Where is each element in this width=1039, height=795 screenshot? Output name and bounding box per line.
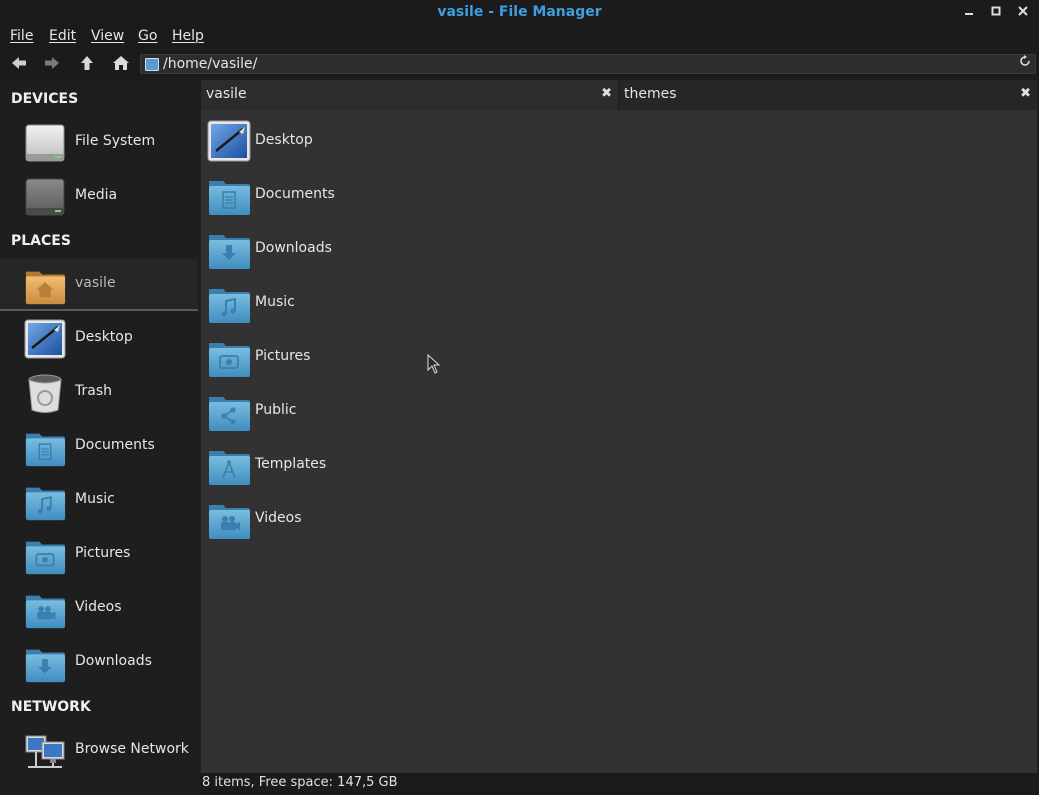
tab-close-icon[interactable]: ✖ — [601, 86, 612, 101]
reload-icon — [1020, 55, 1030, 66]
sidebar-item-videos[interactable]: Videos — [0, 583, 198, 635]
documents-folder-icon — [24, 426, 66, 468]
music-folder-icon — [207, 281, 251, 325]
drive-icon — [25, 124, 65, 162]
menu-edit[interactable]: Edit — [49, 28, 76, 44]
sidebar-item-media[interactable]: Media — [0, 171, 198, 223]
tab-vasile[interactable]: vasile ✖ — [201, 80, 618, 110]
downloads-folder-icon — [24, 642, 66, 684]
file-item-pictures[interactable]: Pictures — [206, 331, 506, 383]
file-item-label: Downloads — [255, 240, 332, 256]
window-title: vasile - File Manager — [437, 4, 602, 20]
minimize-icon — [965, 13, 973, 15]
file-item-music[interactable]: Music — [206, 277, 506, 329]
templates-folder-icon — [207, 443, 251, 487]
home-button[interactable] — [110, 52, 132, 74]
downloads-folder-icon — [207, 227, 251, 271]
file-item-templates[interactable]: Templates — [206, 439, 506, 491]
home-folder-icon — [25, 271, 66, 305]
close-button[interactable] — [1013, 3, 1033, 23]
music-folder-icon — [24, 480, 66, 522]
home-folder-icon — [145, 58, 159, 71]
file-item-documents[interactable]: Documents — [206, 169, 506, 221]
sidebar-item-music[interactable]: Music — [0, 475, 198, 527]
sidebar-item-label: Desktop — [75, 329, 133, 345]
devices-header: DEVICES — [11, 91, 79, 107]
file-item-videos[interactable]: Videos — [206, 493, 506, 545]
videos-folder-icon — [24, 588, 66, 630]
status-bar: 8 items, Free space: 147,5 GB — [200, 773, 1039, 795]
pictures-folder-icon — [24, 534, 66, 576]
sidebar-item-label: Downloads — [75, 653, 152, 669]
sidebar-item-label: Trash — [75, 383, 112, 399]
menu-file[interactable]: File — [10, 28, 33, 44]
sidebar-item-label: Browse Network — [75, 741, 189, 757]
documents-folder-icon — [207, 173, 251, 217]
sidebar-item-desktop[interactable]: Desktop — [0, 313, 198, 365]
up-button[interactable] — [76, 52, 98, 74]
location-bar[interactable]: /home/vasile/ — [140, 54, 1036, 74]
network-icon — [25, 735, 65, 768]
file-item-label: Pictures — [255, 348, 311, 364]
title-bar: vasile - File Manager — [0, 0, 1039, 26]
sidebar-item-browse-network[interactable]: Browse Network — [0, 725, 198, 777]
mouse-cursor-icon — [427, 354, 441, 374]
pictures-folder-icon — [207, 335, 251, 379]
file-item-label: Desktop — [255, 132, 313, 148]
close-icon — [1018, 6, 1028, 16]
sidebar-item-label: Pictures — [75, 545, 131, 561]
sidebar-item-label: Videos — [75, 599, 122, 615]
file-item-public[interactable]: Public — [206, 385, 506, 437]
file-item-label: Templates — [255, 456, 327, 472]
forward-button[interactable] — [41, 52, 63, 74]
tab-label: vasile — [206, 86, 247, 102]
file-item-desktop[interactable]: Desktop — [206, 115, 506, 167]
trash-icon — [28, 374, 62, 413]
tab-label: themes — [624, 86, 677, 102]
menu-go[interactable]: Go — [138, 28, 157, 44]
sidebar-item-label: Documents — [75, 437, 155, 453]
sidebar-item-label: File System — [75, 133, 156, 149]
reload-button[interactable] — [1019, 55, 1031, 73]
sidebar: DEVICES File System Media PLACES vasile — [0, 80, 200, 773]
drive-icon — [25, 178, 65, 216]
home-icon — [113, 56, 129, 70]
file-item-label: Documents — [255, 186, 335, 202]
sidebar-item-file-system[interactable]: File System — [0, 117, 198, 169]
sidebar-item-documents[interactable]: Documents — [0, 421, 198, 473]
sidebar-item-label: vasile — [75, 275, 116, 291]
file-item-label: Videos — [255, 510, 302, 526]
sidebar-item-trash[interactable]: Trash — [0, 367, 198, 419]
public-folder-icon — [207, 389, 251, 433]
file-item-label: Public — [255, 402, 297, 418]
main-pane: vasile ✖ themes ✖ Desktop Documents Down… — [201, 80, 1037, 773]
back-icon — [12, 57, 26, 69]
tab-bar: vasile ✖ themes ✖ — [201, 80, 1037, 110]
sidebar-item-label: Music — [75, 491, 115, 507]
sidebar-item-label: Media — [75, 187, 118, 203]
network-header: NETWORK — [11, 699, 91, 715]
sidebar-item-vasile[interactable]: vasile — [0, 259, 198, 311]
sidebar-item-downloads[interactable]: Downloads — [0, 637, 198, 689]
tab-close-icon[interactable]: ✖ — [1020, 86, 1031, 101]
back-button[interactable] — [8, 52, 30, 74]
places-header: PLACES — [11, 233, 71, 249]
desktop-icon — [24, 319, 66, 359]
sidebar-item-pictures[interactable]: Pictures — [0, 529, 198, 581]
menu-help[interactable]: Help — [172, 28, 204, 44]
menu-view[interactable]: View — [91, 28, 124, 44]
file-item-downloads[interactable]: Downloads — [206, 223, 506, 275]
location-path[interactable]: /home/vasile/ — [163, 55, 257, 73]
maximize-icon — [991, 6, 1001, 16]
forward-icon — [45, 57, 59, 69]
tab-themes[interactable]: themes ✖ — [618, 80, 1037, 110]
videos-folder-icon — [207, 497, 251, 541]
file-item-label: Music — [255, 294, 295, 310]
status-text: 8 items, Free space: 147,5 GB — [202, 775, 398, 790]
maximize-button[interactable] — [986, 3, 1006, 23]
menu-bar: File Edit View Go Help — [0, 26, 1039, 48]
up-icon — [81, 56, 93, 70]
minimize-button[interactable] — [959, 3, 979, 23]
desktop-icon — [207, 120, 251, 162]
